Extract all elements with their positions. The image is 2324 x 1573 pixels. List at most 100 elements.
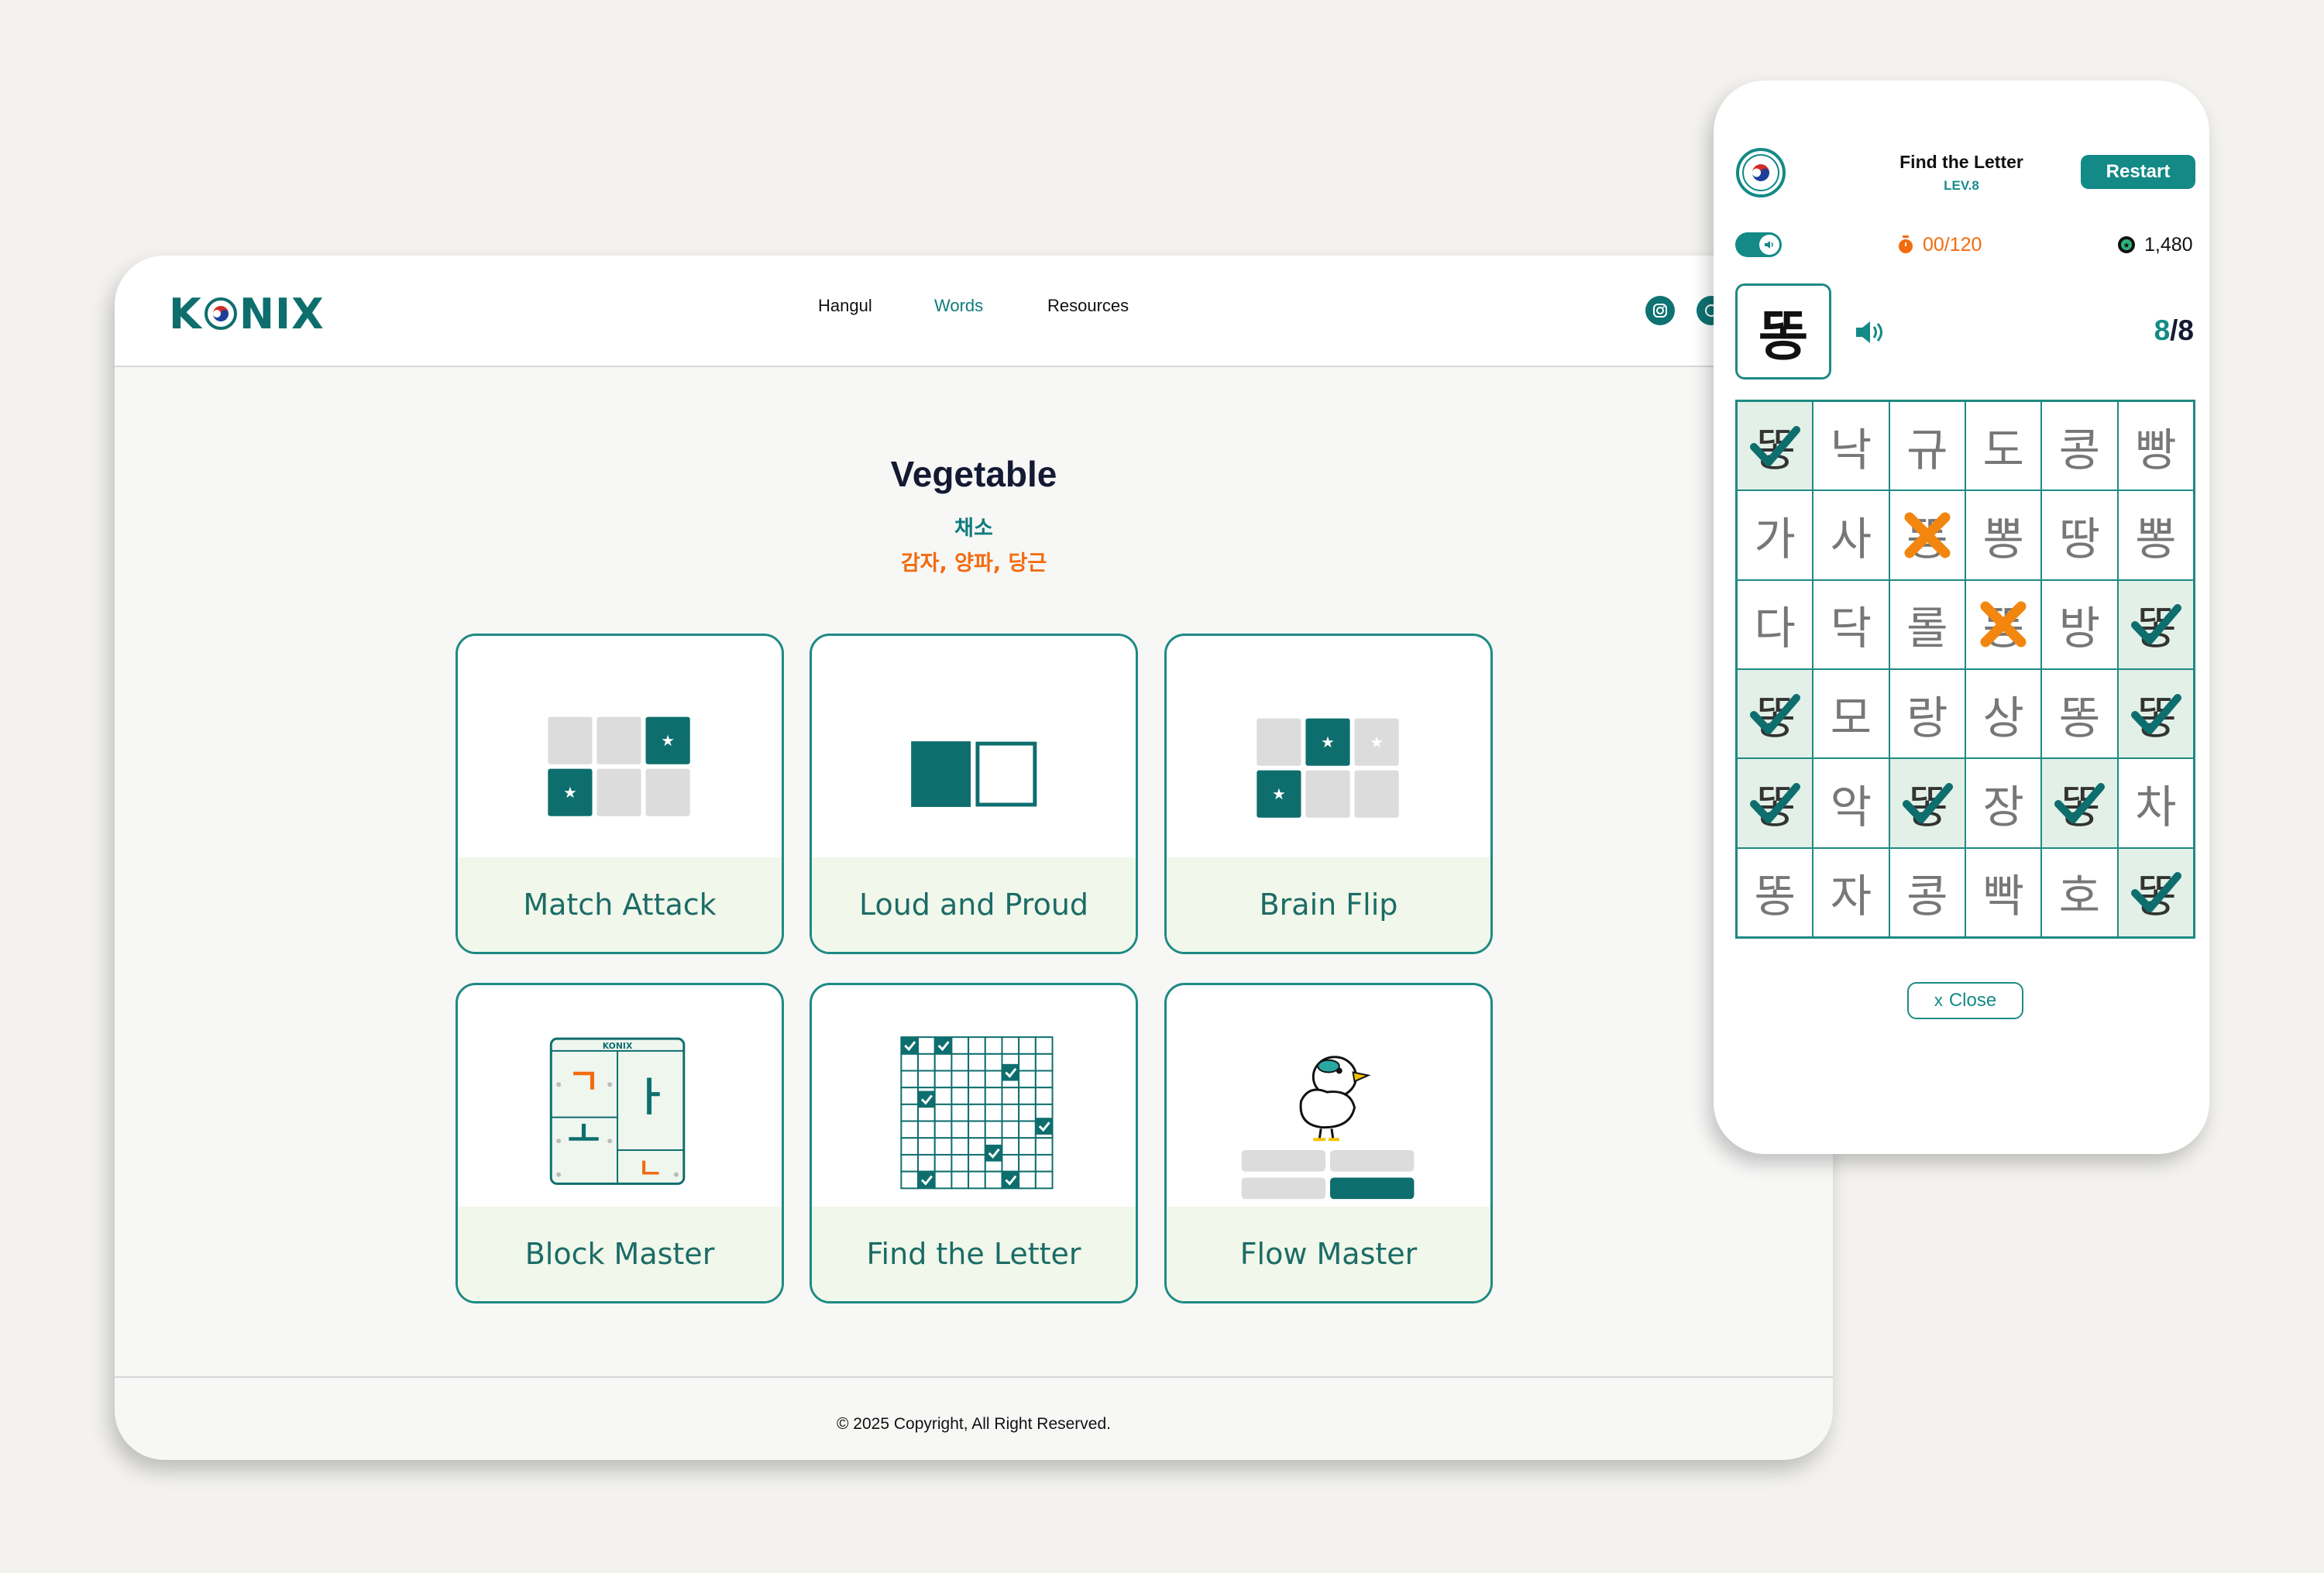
jamo-nieun: ㄴ — [638, 1153, 663, 1185]
timer: 00/120 — [1896, 232, 1982, 257]
game-card-label: Loud and Proud — [812, 857, 1136, 952]
svg-text:★: ★ — [661, 732, 675, 750]
grid-cell[interactable]: 똥 — [1738, 402, 1813, 490]
grid-cell[interactable]: 사 — [1813, 491, 1889, 579]
grid-cell-letter: 똥 — [1754, 691, 1796, 744]
grid-cell[interactable]: 똥 — [1889, 491, 1965, 579]
grid-cell[interactable]: 똥 — [1738, 759, 1813, 847]
block-master-brand: KONIX — [603, 1041, 633, 1051]
game-card-flow-master[interactable]: Flow Master — [1164, 983, 1493, 1303]
grid-cell-letter: 도 — [1982, 423, 2024, 476]
grid-cell-letter: 뽕 — [1982, 512, 2024, 565]
grid-cell[interactable]: 방 — [2042, 580, 2117, 668]
grid-cell[interactable]: 똥 — [1966, 580, 2041, 668]
close-button[interactable]: x Close — [1907, 982, 2023, 1019]
restart-button[interactable]: Restart — [2081, 155, 2195, 189]
category-examples: 감자, 양파, 당근 — [900, 551, 1047, 575]
find-the-letter-panel: Find the Letter LEV.8 Restart 00/120 ★ 1… — [1714, 81, 2209, 1154]
grid-cell-letter: 똥 — [1754, 870, 1796, 923]
grid-cell[interactable]: 악 — [1813, 759, 1889, 847]
jamo-a: ㅏ — [632, 1074, 669, 1121]
timer-value: 00/120 — [1923, 233, 1982, 256]
grid-cell[interactable]: 다 — [1738, 580, 1813, 668]
grid-cell[interactable]: 똥 — [1738, 670, 1813, 758]
grid-cell-letter: 똥 — [1982, 602, 2024, 655]
jamo-o: ㅗ — [568, 1114, 600, 1156]
grid-cell-letter: 장 — [1982, 780, 2024, 833]
grid-cell[interactable]: 콩 — [1889, 848, 1965, 936]
game-card-block-master[interactable]: KONIX ㄱ ㅏ ㅗ ㄴ Block Master — [456, 983, 784, 1303]
grid-cell[interactable]: 규 — [1889, 402, 1965, 490]
grid-cell[interactable]: 땅 — [2042, 491, 2117, 579]
game-card-find-the-letter[interactable]: Find the Letter — [810, 983, 1138, 1303]
game-card-match-attack[interactable]: ★ ★ Match Attack — [456, 634, 784, 954]
grid-cell[interactable]: 랑 — [1889, 670, 1965, 758]
grid-cell-letter: 상 — [1982, 691, 2024, 744]
close-label: Close — [1948, 990, 1997, 1011]
score-value: 1,480 — [2144, 233, 2193, 256]
grid-cell[interactable]: 똥 — [1889, 759, 1965, 847]
grid-cell[interactable]: 뽕 — [1966, 491, 2041, 579]
grid-cell[interactable]: 빵 — [2118, 402, 2193, 490]
svg-text:★: ★ — [1321, 733, 1335, 751]
grid-cell[interactable]: 차 — [2118, 759, 2193, 847]
nav-hangul[interactable]: Hangul — [818, 296, 872, 316]
grid-cell-letter: 방 — [2058, 602, 2101, 655]
grid-cell[interactable]: 장 — [1966, 759, 2041, 847]
grid-cell[interactable]: 롤 — [1889, 580, 1965, 668]
grid-cell-letter: 닥 — [1830, 602, 1872, 655]
match-attack-icon: ★ ★ — [548, 716, 690, 816]
letter-grid: 똥낙규도콩빵가사똥뽕땅뽕다닥롤똥방똥똥모랑상똥똥똥악똥장똥차똥자콩빡호똥 — [1735, 400, 2195, 939]
grid-cell-letter: 차 — [2135, 780, 2177, 833]
site-header: K NIX Hangul Words Resources — [115, 256, 1833, 367]
footer-divider — [115, 1376, 1833, 1378]
copyright-text: © 2025 Copyright, All Right Reserved. — [837, 1415, 1111, 1433]
game-card-label: Block Master — [458, 1207, 782, 1301]
grid-cell-letter: 자 — [1830, 870, 1872, 923]
nav-resources[interactable]: Resources — [1047, 296, 1129, 316]
grid-cell[interactable]: 낙 — [1813, 402, 1889, 490]
grid-cell[interactable]: 닥 — [1813, 580, 1889, 668]
game-card-brain-flip[interactable]: ★ ★ ★ Brain Flip — [1164, 634, 1493, 954]
instagram-icon — [1653, 304, 1667, 318]
grid-cell[interactable]: 콩 — [2042, 402, 2117, 490]
speaker-icon — [1765, 241, 1773, 249]
grid-cell[interactable]: 모 — [1813, 670, 1889, 758]
grid-cell[interactable]: 가 — [1738, 491, 1813, 579]
grid-cell[interactable]: 도 — [1966, 402, 2041, 490]
nav-words[interactable]: Words — [934, 296, 983, 316]
grid-cell[interactable]: 빡 — [1966, 848, 2041, 936]
sound-toggle[interactable] — [1735, 232, 1782, 257]
grid-cell-letter: 똥 — [1906, 780, 1948, 833]
grid-cell[interactable]: 뽕 — [2118, 491, 2193, 579]
grid-cell-letter: 호 — [2058, 870, 2101, 923]
game-card-label: Flow Master — [1167, 1207, 1490, 1301]
grid-cell[interactable]: 똥 — [1738, 848, 1813, 936]
duck-icon — [1299, 1056, 1371, 1142]
grid-cell-letter: 다 — [1754, 602, 1796, 655]
found-count: 8 — [2154, 314, 2171, 346]
play-sound-icon[interactable] — [1851, 314, 1887, 350]
grid-cell[interactable]: 호 — [2042, 848, 2117, 936]
grid-cell[interactable]: 자 — [1813, 848, 1889, 936]
grid-cell-letter: 뽕 — [2135, 512, 2177, 565]
grid-cell[interactable]: 똥 — [2042, 670, 2117, 758]
sound-knob — [1759, 235, 1779, 255]
instagram-button[interactable] — [1645, 296, 1675, 325]
target-letter: 똥 — [1735, 283, 1831, 380]
game-card-loud-and-proud[interactable]: Loud and Proud — [810, 634, 1138, 954]
svg-text:★: ★ — [1272, 785, 1286, 803]
stopwatch-icon — [1899, 235, 1913, 253]
grid-cell[interactable]: 똥 — [2118, 580, 2193, 668]
grid-cell[interactable]: 똥 — [2118, 848, 2193, 936]
grid-cell-letter: 악 — [1830, 780, 1872, 833]
grid-cell[interactable]: 똥 — [2118, 670, 2193, 758]
game-card-label: Brain Flip — [1167, 857, 1490, 952]
grid-cell-letter: 랑 — [1906, 691, 1948, 744]
grid-cell-letter: 모 — [1830, 691, 1872, 744]
found-total: /8 — [2170, 314, 2194, 346]
grid-cell[interactable]: 똥 — [2042, 759, 2117, 847]
grid-cell[interactable]: 상 — [1966, 670, 2041, 758]
grid-cell-letter: 똥 — [2058, 780, 2101, 833]
svg-text:★: ★ — [2123, 242, 2130, 250]
